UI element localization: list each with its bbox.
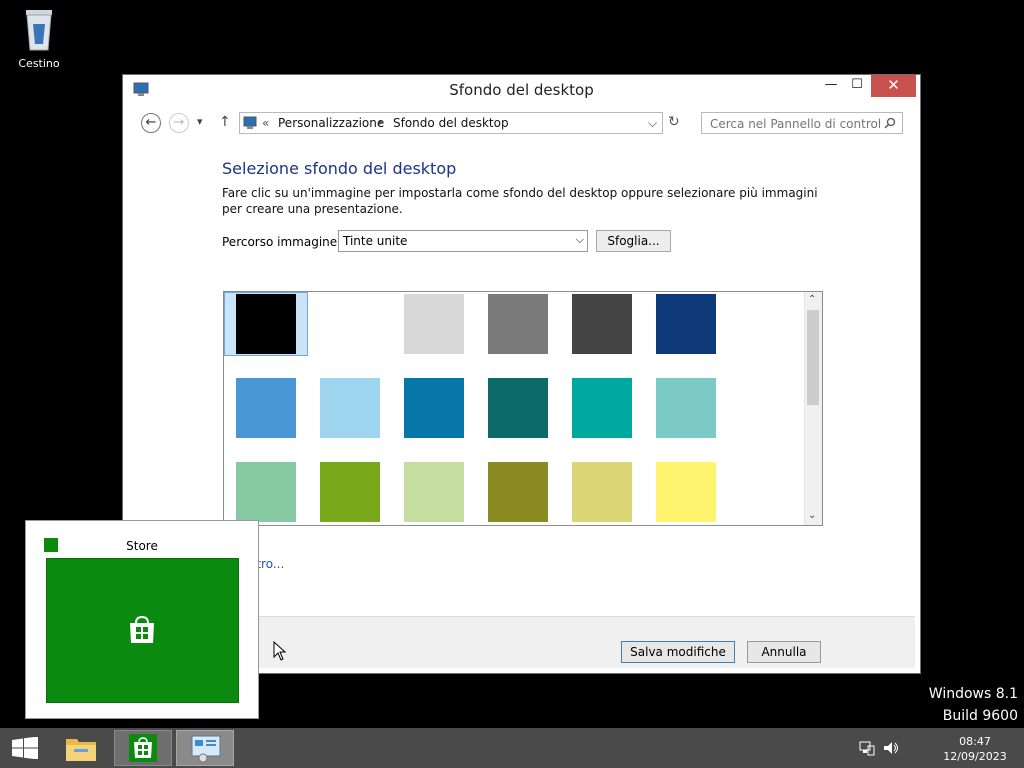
minimize-button[interactable]: — <box>819 75 843 97</box>
browse-button[interactable]: Sfoglia... <box>596 230 671 252</box>
wallpaper-swatch[interactable] <box>320 462 380 522</box>
breadcrumb-sfondo-desktop[interactable]: Sfondo del desktop <box>393 116 509 130</box>
close-button[interactable]: ✕ <box>871 75 916 97</box>
system-tray: 08:47 12/09/2023 <box>859 734 1010 764</box>
clock[interactable]: 08:47 12/09/2023 <box>940 734 1010 764</box>
store-bag-icon <box>130 615 154 643</box>
search-input[interactable] <box>708 114 882 134</box>
refresh-button[interactable]: ↻ <box>668 114 680 130</box>
address-dropdown-icon[interactable]: ⌵ <box>648 116 657 131</box>
vertical-scrollbar[interactable]: ⌃ ⌄ <box>804 292 822 525</box>
wallpaper-swatch[interactable] <box>656 462 716 522</box>
address-bar[interactable]: « Personalizzazione ▸ Sfondo del desktop… <box>239 112 663 134</box>
taskbar-file-explorer[interactable] <box>56 730 106 766</box>
wallpaper-swatch[interactable] <box>488 294 548 354</box>
store-icon <box>129 734 157 762</box>
forward-button[interactable]: → <box>169 113 189 133</box>
maximize-button[interactable]: ☐ <box>845 75 869 97</box>
breadcrumb-overflow[interactable]: « <box>262 116 269 130</box>
volume-icon[interactable] <box>882 740 900 756</box>
recent-locations-button[interactable]: ▾ <box>197 115 203 128</box>
start-button[interactable] <box>0 730 50 766</box>
folder-icon <box>66 739 96 761</box>
image-path-select[interactable]: Tinte unite ⌵ <box>338 230 588 252</box>
taskbar: 08:47 12/09/2023 <box>0 728 1024 768</box>
store-taskbar-preview[interactable]: Store <box>25 520 259 719</box>
up-button[interactable]: ↑ <box>219 114 231 130</box>
breadcrumb-separator-icon[interactable]: ▸ <box>379 118 384 128</box>
wallpaper-swatch[interactable] <box>404 462 464 522</box>
mouse-cursor-icon <box>273 641 287 661</box>
recycle-bin-label: Cestino <box>18 57 60 70</box>
search-icon[interactable] <box>884 117 896 129</box>
store-preview-thumbnail[interactable] <box>46 558 239 703</box>
search-box[interactable] <box>701 112 903 134</box>
chevron-down-icon: ⌵ <box>575 233 584 246</box>
wallpaper-swatch[interactable] <box>404 294 464 354</box>
windows-logo-icon <box>12 737 38 759</box>
control-panel-icon <box>191 735 221 763</box>
image-path-label: Percorso immagine: <box>222 235 342 249</box>
scroll-down-icon[interactable]: ⌄ <box>808 510 816 521</box>
back-button[interactable]: ← <box>141 113 161 133</box>
recycle-bin-icon <box>26 10 52 51</box>
recycle-bin-shortcut[interactable]: Cestino <box>8 6 70 70</box>
watermark-build: Build 9600 <box>942 708 1018 724</box>
control-panel-icon <box>243 116 257 129</box>
network-icon[interactable] <box>858 740 876 756</box>
wallpaper-swatch[interactable] <box>572 294 632 354</box>
scroll-thumb[interactable] <box>807 310 819 405</box>
wallpaper-swatch[interactable] <box>404 378 464 438</box>
taskbar-control-panel[interactable] <box>176 730 234 766</box>
cancel-button[interactable]: Annulla <box>747 641 821 663</box>
clock-date: 12/09/2023 <box>943 750 1007 763</box>
watermark-version: Windows 8.1 <box>928 686 1018 702</box>
scroll-up-icon[interactable]: ⌃ <box>808 294 816 305</box>
wallpaper-grid[interactable]: ⌃ ⌄ <box>223 291 823 526</box>
wallpaper-swatch[interactable] <box>572 378 632 438</box>
taskbar-store[interactable] <box>114 730 172 766</box>
wallpaper-swatch[interactable] <box>236 462 296 522</box>
store-preview-title: Store <box>126 539 158 553</box>
wallpaper-swatch[interactable] <box>320 378 380 438</box>
title-bar[interactable]: Sfondo del desktop — ☐ ✕ <box>123 75 920 105</box>
window-title: Sfondo del desktop <box>449 81 594 99</box>
wallpaper-swatch[interactable] <box>656 378 716 438</box>
wallpaper-swatch[interactable] <box>320 294 380 354</box>
page-heading: Selezione sfondo del desktop <box>222 159 457 178</box>
wallpaper-swatch[interactable] <box>656 294 716 354</box>
wallpaper-swatch[interactable] <box>236 294 296 354</box>
wallpaper-swatch[interactable] <box>488 378 548 438</box>
wallpaper-swatch[interactable] <box>572 462 632 522</box>
save-changes-button[interactable]: Salva modifiche <box>621 641 735 663</box>
clock-time: 08:47 <box>959 735 991 748</box>
page-description: Fare clic su un'immagine per impostarla … <box>222 186 818 216</box>
wallpaper-swatch[interactable] <box>236 378 296 438</box>
wallpaper-swatch[interactable] <box>488 462 548 522</box>
windows-watermark: Windows 8.1 Build 9600 <box>929 683 1018 727</box>
breadcrumb-personalizzazione[interactable]: Personalizzazione <box>278 116 384 130</box>
image-path-value: Tinte unite <box>343 234 408 248</box>
